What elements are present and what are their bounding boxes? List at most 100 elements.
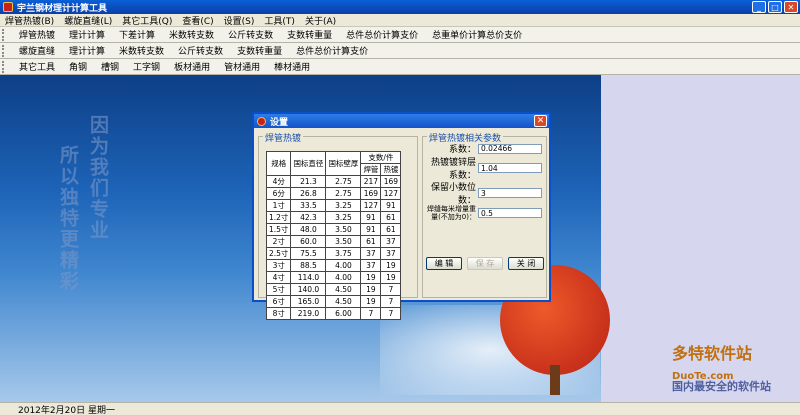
tb-kg-to-count[interactable]: 公斤转支数 — [171, 44, 230, 57]
tb-channel-steel[interactable]: 槽钢 — [94, 60, 126, 73]
toolbar-grip[interactable] — [2, 60, 8, 73]
tb-theory-calc[interactable]: 理计计算 — [62, 44, 112, 57]
table-cell: 37 — [360, 247, 382, 260]
coef-input[interactable] — [478, 143, 542, 154]
table-cell: 75.5 — [290, 247, 327, 260]
tb-unit-price[interactable]: 总重单价计算总价支价 — [425, 28, 529, 41]
dialog-icon — [257, 116, 266, 126]
dialog-close-btn[interactable]: 关 闭 — [508, 257, 544, 270]
tb-i-beam[interactable]: 工字钢 — [126, 60, 167, 73]
table-cell: 88.5 — [290, 259, 327, 272]
toolbar-other: 其它工具 角钢 槽钢 工字钢 板材通用 管材通用 棒材通用 — [0, 59, 800, 75]
tb-meter-to-count[interactable]: 米数转支数 — [112, 44, 171, 57]
table-cell: 21.3 — [290, 175, 327, 188]
table-cell: 127 — [380, 187, 402, 200]
dialog-titlebar: 设置 ✕ — [254, 114, 549, 128]
spec-table: 规格 国标直径 国标壁厚 支数/件 焊管 热镀 4分 21.3 2.75 217 169… — [265, 151, 402, 320]
table-cell: 165.0 — [290, 295, 327, 308]
tb-meter-to-count[interactable]: 米数转支数 — [162, 28, 221, 41]
table-cell: 1.2寸 — [265, 211, 292, 224]
tb-bar[interactable]: 棒材通用 — [267, 60, 317, 73]
table-cell: 4.50 — [325, 295, 362, 308]
table-header: 国标直径 — [290, 151, 327, 176]
table-cell: 2寸 — [265, 235, 292, 248]
table-cell: 19 — [380, 271, 402, 284]
table-cell: 169 — [380, 175, 402, 188]
tb-total-price[interactable]: 总件总价计算支价 — [289, 44, 375, 57]
table-cell: 48.0 — [290, 223, 327, 236]
table-cell: 19 — [380, 259, 402, 272]
dialog-title: 设置 — [270, 117, 289, 128]
table-row: 1寸 33.5 3.25 127 91 — [265, 199, 402, 212]
table-cell: 61 — [380, 223, 402, 236]
welded-group: 焊管热镀 规格 国标直径 国标壁厚 支数/件 焊管 热镀 4分 21.3 2.75 2… — [258, 131, 418, 320]
table-cell: 6寸 — [265, 295, 292, 308]
extra-label: 焊缝每米增量重量(不加为0)： — [427, 205, 476, 221]
table-row: 1.5寸 48.0 3.50 91 61 — [265, 223, 402, 236]
table-cell: 169 — [360, 187, 382, 200]
table-cell: 37 — [380, 247, 402, 260]
close-button[interactable]: ✕ — [784, 1, 798, 13]
edit-button[interactable]: 编 辑 — [426, 257, 462, 270]
table-cell: 2.75 — [325, 175, 362, 188]
toolbar-spiral: 螺旋直缝 理计计算 米数转支数 公斤转支数 支数转重量 总件总价计算支价 — [0, 43, 800, 59]
slogan-text: 因为我们专业 — [87, 115, 109, 241]
tb-plate[interactable]: 板材通用 — [167, 60, 217, 73]
dialog-close-button[interactable]: ✕ — [534, 115, 547, 127]
table-cell: 3.50 — [325, 235, 362, 248]
tb-count-to-weight[interactable]: 支数转重量 — [280, 28, 339, 41]
galv-input[interactable] — [478, 163, 542, 173]
toolbar-grip[interactable] — [2, 44, 8, 57]
galv-label: 热镀镀锌层系数： — [430, 158, 476, 181]
menu-settings[interactable]: 设置(S) — [219, 14, 260, 27]
tb-theory-calc[interactable]: 理计计算 — [62, 28, 112, 41]
table-row: 6寸 165.0 4.50 19 7 — [265, 295, 402, 308]
table-row: 2.5寸 75.5 3.75 37 37 — [265, 247, 402, 260]
tb-angle-steel[interactable]: 角钢 — [62, 60, 94, 73]
table-header: 热镀 — [380, 163, 402, 176]
table-cell: 4.50 — [325, 283, 362, 296]
save-button[interactable]: 保 存 — [467, 257, 503, 270]
app-icon — [3, 2, 13, 12]
menu-about[interactable]: 关于(A) — [300, 14, 341, 27]
table-cell: 140.0 — [290, 283, 327, 296]
toolbar-label: 焊管热镀 — [19, 31, 56, 41]
table-cell: 8寸 — [265, 307, 292, 320]
decimal-input[interactable] — [478, 188, 542, 198]
extra-input[interactable] — [478, 208, 542, 218]
table-header: 焊管 — [360, 163, 382, 176]
tb-tolerance-calc[interactable]: 下差计算 — [112, 28, 162, 41]
tb-kg-to-count[interactable]: 公斤转支数 — [221, 28, 280, 41]
status-date: 2012年2月20日 星期一 — [18, 405, 115, 416]
watermark-logo: 多特软件站 DuoTe.com — [672, 344, 753, 382]
table-cell: 4.00 — [325, 259, 362, 272]
menu-other-tools[interactable]: 其它工具(Q) — [117, 14, 177, 27]
table-cell: 42.3 — [290, 211, 327, 224]
table-cell: 19 — [360, 283, 382, 296]
table-row: 2寸 60.0 3.50 61 37 — [265, 235, 402, 248]
settings-dialog: 设置 ✕ 焊管热镀 规格 国标直径 国标壁厚 支数/件 焊管 热镀 4分 21.3… — [252, 112, 551, 320]
tb-count-to-weight[interactable]: 支数转重量 — [230, 44, 289, 57]
menu-spiral[interactable]: 螺旋直缝(L) — [59, 14, 117, 27]
menu-bar: 焊管热镀(B) 螺旋直缝(L) 其它工具(Q) 查看(C) 设置(S) 工具(T… — [0, 14, 800, 27]
table-cell: 1.5寸 — [265, 223, 292, 236]
tb-pipe[interactable]: 管材通用 — [217, 60, 267, 73]
menu-tools[interactable]: 工具(T) — [259, 14, 300, 27]
table-cell: 7 — [380, 283, 402, 296]
tb-total-price[interactable]: 总件总价计算支价 — [339, 28, 425, 41]
table-cell: 91 — [380, 199, 402, 212]
menu-welded[interactable]: 焊管热镀(B) — [0, 14, 59, 27]
maximize-button[interactable]: □ — [768, 1, 782, 13]
table-header: 支数/件 — [360, 151, 402, 164]
toolbar-grip[interactable] — [2, 28, 8, 41]
table-cell: 3.25 — [325, 211, 362, 224]
table-row: 6分 26.8 2.75 169 127 — [265, 187, 402, 200]
table-cell: 219.0 — [290, 307, 327, 320]
minimize-button[interactable]: _ — [752, 1, 766, 13]
menu-view[interactable]: 查看(C) — [177, 14, 218, 27]
status-bar: 2012年2月20日 星期一 — [0, 402, 800, 416]
table-cell: 2.75 — [325, 187, 362, 200]
tree-trunk — [550, 365, 560, 395]
table-cell: 7 — [360, 307, 382, 320]
table-cell: 61 — [360, 235, 382, 248]
